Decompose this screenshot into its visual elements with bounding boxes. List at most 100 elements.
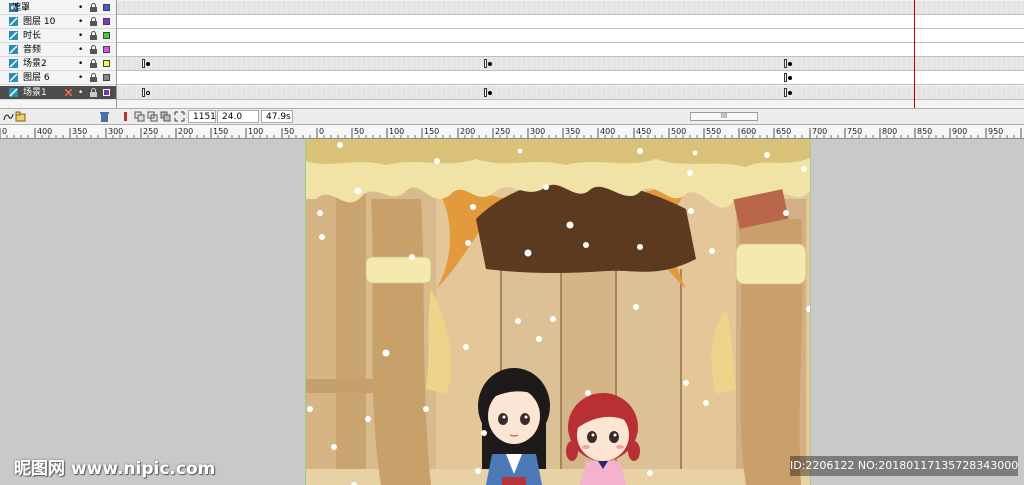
layer-row-audio[interactable]: 音频 • <box>0 43 116 57</box>
visibility-dot[interactable]: • <box>78 87 83 99</box>
trash-icon[interactable] <box>99 111 110 122</box>
pencil-edit-icon[interactable] <box>65 89 72 96</box>
ruler-tick-label: 300 <box>108 127 123 136</box>
ruler-tick-label: 50 <box>354 127 364 136</box>
layer-name: 遮罩 <box>12 3 31 13</box>
new-layer-icon[interactable] <box>3 111 14 122</box>
layer-name: 图层 10 <box>23 17 56 27</box>
onion-outline-icon[interactable] <box>147 111 158 122</box>
frame-row[interactable] <box>117 86 1024 100</box>
ruler-tick-label: 500 <box>671 127 686 136</box>
modify-markers-icon[interactable] <box>174 111 185 122</box>
timeline-toolbar: 1151 24.0 fps 47.9s III <box>0 108 1024 135</box>
ruler-ticks: 0 400 350 300 250 200 150 100 50 0 50 100 150 200 250 3… <box>0 127 1024 138</box>
ruler-tick-label: 550 <box>706 127 721 136</box>
visibility-dot[interactable]: • <box>78 2 83 14</box>
layer-icon <box>9 88 18 97</box>
ruler-tick-label: 650 <box>776 127 791 136</box>
layer-name: 时长 <box>23 31 42 41</box>
layer-name: 图层 6 <box>23 73 50 83</box>
layer-icon <box>9 17 18 26</box>
keyframe-bracket[interactable] <box>142 59 145 68</box>
lock-icon[interactable] <box>90 45 97 54</box>
ruler-tick-label: 100 <box>248 127 263 136</box>
frame-row[interactable] <box>117 43 1024 57</box>
ruler-tick-label: 350 <box>565 127 580 136</box>
layer-icon <box>9 59 18 68</box>
layer-color-swatch[interactable] <box>103 32 110 39</box>
ruler-tick-label: 100 <box>389 127 404 136</box>
visibility-dot[interactable]: • <box>78 44 83 56</box>
image-id-watermark: ID:2206122 NO:20180117135728343000 <box>790 456 1018 476</box>
frame-row[interactable] <box>117 29 1024 43</box>
layer-row-scene2[interactable]: 场景2 • <box>0 57 116 71</box>
ruler-tick-label: 400 <box>600 127 615 136</box>
layer-row-6[interactable]: 图层 6 • <box>0 71 116 85</box>
frame-area[interactable] <box>117 0 1024 108</box>
layer-color-swatch[interactable] <box>103 4 110 11</box>
visibility-dot[interactable]: • <box>78 16 83 28</box>
keyframe-bracket[interactable] <box>784 88 787 97</box>
lock-icon[interactable] <box>90 3 97 12</box>
frame-row[interactable] <box>117 1 1024 15</box>
onion-skin-icon[interactable] <box>134 111 145 122</box>
keyframe[interactable] <box>788 62 792 66</box>
lock-icon[interactable] <box>90 31 97 40</box>
ruler-tick-label: 800 <box>882 127 897 136</box>
ruler-tick-label: 350 <box>72 127 87 136</box>
ruler-tick-label: 0 <box>319 127 324 136</box>
lock-icon[interactable] <box>90 17 97 26</box>
keyframe[interactable] <box>788 91 792 95</box>
keyframe[interactable] <box>788 76 792 80</box>
ruler-tick-label: 200 <box>460 127 475 136</box>
keyframe[interactable] <box>488 91 492 95</box>
keyframe-bracket[interactable] <box>784 59 787 68</box>
lock-icon[interactable] <box>90 88 97 97</box>
frame-rate-field[interactable]: 24.0 fps <box>217 110 259 135</box>
layer-list: 遮罩 • 图层 10 • 时长 • 音频 • 场景2 • 图层 6 • 场景1 … <box>0 0 117 108</box>
ruler-tick-label: 900 <box>952 127 967 136</box>
timeline-panel: 遮罩 • 图层 10 • 时长 • 音频 • 场景2 • 图层 6 • 场景1 … <box>0 0 1024 110</box>
center-frame-icon[interactable] <box>120 111 131 122</box>
layer-color-swatch[interactable] <box>103 89 110 96</box>
elapsed-time-field[interactable]: 47.9s <box>261 110 293 123</box>
ruler-tick-label: 250 <box>143 127 158 136</box>
layer-color-swatch[interactable] <box>103 74 110 81</box>
layer-row-scene1[interactable]: 场景1 • <box>0 86 116 100</box>
layer-name: 音频 <box>23 45 42 55</box>
edit-multiple-frames-icon[interactable] <box>160 111 171 122</box>
frame-row[interactable] <box>117 71 1024 85</box>
lock-icon[interactable] <box>90 73 97 82</box>
playhead[interactable] <box>914 0 915 110</box>
layer-color-swatch[interactable] <box>103 18 110 25</box>
layer-row-duration[interactable]: 时长 • <box>0 29 116 43</box>
layer-color-swatch[interactable] <box>103 46 110 53</box>
frame-row[interactable] <box>117 15 1024 29</box>
layer-icon <box>9 31 18 40</box>
new-folder-icon[interactable] <box>15 111 26 122</box>
keyframe-bracket[interactable] <box>142 88 145 97</box>
ruler-tick-label: 200 <box>178 127 193 136</box>
site-watermark-logo: 昵图网 www.nipic.com <box>14 459 216 479</box>
frame-row[interactable] <box>117 57 1024 71</box>
layer-row-mask[interactable]: 遮罩 • <box>0 1 116 15</box>
stage-canvas[interactable] <box>305 139 811 485</box>
ruler-tick-label: 600 <box>741 127 756 136</box>
layer-row-10[interactable]: 图层 10 • <box>0 15 116 29</box>
visibility-dot[interactable]: • <box>78 58 83 70</box>
keyframe[interactable] <box>488 62 492 66</box>
ruler-tick-label: 150 <box>213 127 228 136</box>
keyframe-bracket[interactable] <box>784 73 787 82</box>
keyframe-bracket[interactable] <box>484 59 487 68</box>
keyframe-bracket[interactable] <box>484 88 487 97</box>
keyframe[interactable] <box>146 91 150 95</box>
ruler-tick-label: 700 <box>812 127 827 136</box>
ruler-tick-label: 400 <box>37 127 52 136</box>
lock-icon[interactable] <box>90 59 97 68</box>
visibility-dot[interactable]: • <box>78 72 83 84</box>
layer-color-swatch[interactable] <box>103 60 110 67</box>
current-frame-field[interactable]: 1151 <box>188 110 216 123</box>
timeline-scroll-thumb[interactable]: III <box>690 112 758 121</box>
keyframe[interactable] <box>146 62 150 66</box>
visibility-dot[interactable]: • <box>78 30 83 42</box>
